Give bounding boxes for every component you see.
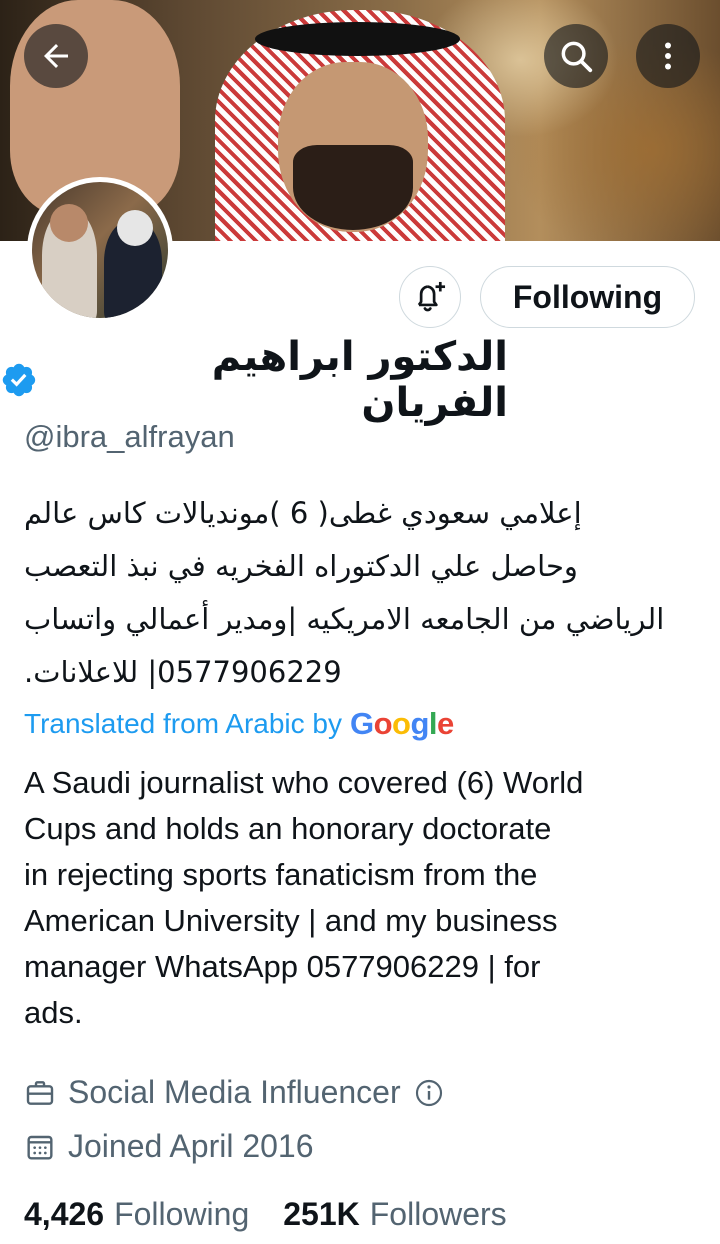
bio-arabic-line: الرياضي من الجامعه الامريكيه |ومدير أعما…: [24, 602, 665, 636]
calendar-icon: [27, 1135, 53, 1160]
google-letter: G: [349, 706, 374, 741]
joined-date: Joined April 2016: [24, 1128, 314, 1165]
google-letter: g: [410, 706, 429, 741]
arrow-left-icon: [44, 44, 68, 68]
google-letter: l: [428, 706, 438, 741]
briefcase-icon: [26, 1080, 54, 1105]
joined-label: Joined April 2016: [68, 1128, 314, 1164]
bio-translated-line: ads.: [24, 995, 83, 1030]
avatar-image: [32, 182, 168, 318]
search-button[interactable]: [544, 24, 608, 88]
bio-arabic: إعلامي سعودي غطى( 6 )مونديالات كاس عالم …: [24, 487, 684, 699]
following-button[interactable]: Following: [480, 266, 695, 328]
translation-attribution[interactable]: Translated from Arabic by Google: [24, 706, 454, 742]
username-handle: @ibra_alfrayan: [24, 419, 235, 454]
bio-translated-line: manager WhatsApp 0577906229 | for: [24, 949, 541, 984]
bio-translated-line: in rejecting sports fanaticism from the: [24, 857, 538, 892]
search-icon: [561, 41, 593, 73]
banner-beard: [293, 145, 413, 230]
google-logo: Google: [350, 706, 454, 742]
followers-label: Followers: [369, 1196, 507, 1232]
avatar-figure-right-head: [117, 210, 153, 246]
more-button[interactable]: [636, 24, 700, 88]
followers-stat[interactable]: 251K Followers: [283, 1196, 506, 1233]
banner-agal: [255, 22, 460, 56]
bio-arabic-line: وحاصل علي الدكتوراه الفخريه في نبذ التعص…: [24, 549, 578, 583]
bio-arabic-line: إعلامي سعودي غطى( 6 )مونديالات كاس عالم: [24, 496, 582, 530]
verified-badge-icon: [2, 363, 36, 397]
category-label: Social Media Influencer: [68, 1074, 401, 1110]
back-button[interactable]: [24, 24, 88, 88]
translated-label: Translated from Arabic by: [24, 708, 342, 739]
avatar[interactable]: [27, 177, 173, 323]
avatar-figure-left-head: [50, 204, 88, 242]
following-label: Following: [114, 1196, 250, 1232]
google-letter: o: [392, 706, 411, 741]
bell-plus-icon: [417, 281, 446, 312]
followers-count: 251K: [283, 1196, 360, 1232]
info-icon[interactable]: [413, 1077, 445, 1109]
google-letter: e: [437, 706, 454, 741]
display-name-row: الدكتور ابراهيم الفريان: [0, 334, 508, 426]
profile-category: Social Media Influencer: [24, 1074, 445, 1111]
bio-translated: A Saudi journalist who covered (6) World…: [24, 760, 684, 1036]
bio-translated-line: Cups and holds an honorary doctorate: [24, 811, 552, 846]
notifications-button[interactable]: [399, 266, 461, 328]
google-letter: o: [373, 706, 393, 741]
bio-translated-line: A Saudi journalist who covered (6) World: [24, 765, 584, 800]
display-name: الدكتور ابراهيم الفريان: [211, 334, 508, 426]
bio-translated-line: American University | and my business: [24, 903, 558, 938]
following-stat[interactable]: 4,426 Following: [24, 1196, 249, 1233]
follow-stats: 4,426 Following 251K Followers: [24, 1196, 507, 1233]
more-vertical-icon: [665, 42, 671, 70]
bio-arabic-line: 0577906229| للاعلانات.: [24, 655, 342, 689]
following-count: 4,426: [24, 1196, 105, 1232]
